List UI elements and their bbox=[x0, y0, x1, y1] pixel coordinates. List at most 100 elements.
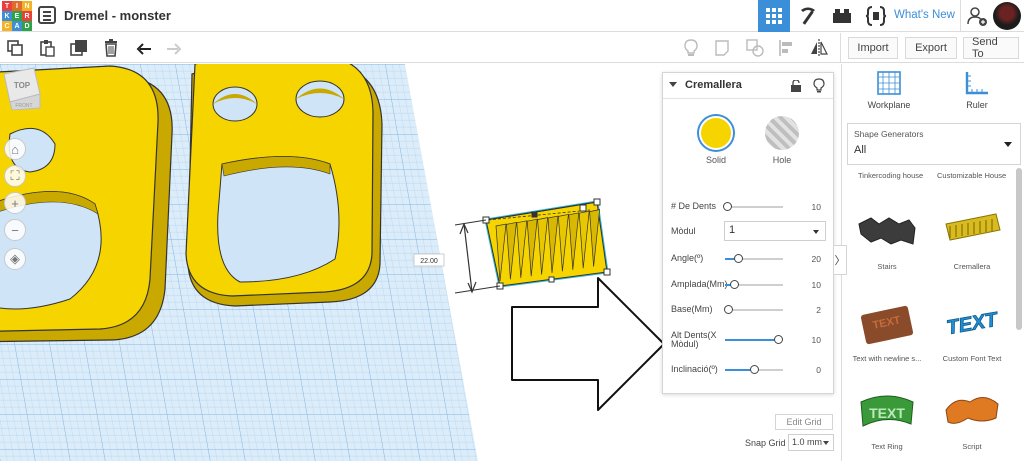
group-icon[interactable] bbox=[746, 39, 764, 57]
light-bulb-icon[interactable] bbox=[813, 78, 825, 93]
edit-toolbar: Import Export Send To bbox=[0, 33, 1024, 63]
home-icon: ⌂ bbox=[11, 141, 19, 157]
slider-knob[interactable] bbox=[722, 202, 732, 211]
param-label: Mòdul bbox=[671, 226, 696, 236]
align-icon[interactable] bbox=[778, 39, 796, 57]
codeblocks-button[interactable] bbox=[860, 0, 892, 32]
blocks-button[interactable] bbox=[792, 0, 824, 32]
hole-swatch[interactable] bbox=[765, 116, 799, 150]
lock-icon[interactable] bbox=[791, 80, 801, 92]
shape-tile[interactable]: Cremallera bbox=[932, 204, 1012, 272]
shape-tile[interactable]: TEXT Text with newline s... bbox=[847, 296, 927, 364]
solid-color-swatch[interactable] bbox=[699, 116, 733, 150]
design-title[interactable]: Dremel - monster bbox=[64, 8, 171, 23]
shape-tile-label: Cremallera bbox=[953, 262, 991, 271]
shape-thumbnail bbox=[945, 213, 1001, 241]
plus-icon: + bbox=[11, 195, 19, 211]
shape-tile-label: Script bbox=[962, 442, 982, 451]
slider-fill bbox=[725, 339, 779, 341]
notes-icon[interactable] bbox=[714, 39, 732, 57]
top-bar: TINKERCAD Dremel - monster What's New bbox=[0, 0, 1024, 32]
whats-new-link[interactable]: What's New bbox=[894, 9, 955, 21]
ruler-icon bbox=[965, 72, 988, 95]
shape-thumbnail: TEXT bbox=[945, 308, 1002, 340]
dimension-label[interactable]: 22.00 bbox=[420, 258, 438, 265]
bricks-button[interactable] bbox=[826, 0, 858, 32]
param-select[interactable]: 1 bbox=[724, 221, 826, 241]
zoom-in-button[interactable]: + bbox=[4, 192, 26, 214]
logo-letter: N bbox=[22, 1, 32, 11]
undo-icon[interactable] bbox=[135, 39, 153, 57]
shape-tile-label: Stairs bbox=[877, 262, 897, 271]
paste-icon[interactable] bbox=[38, 39, 56, 57]
slider-knob[interactable] bbox=[750, 365, 759, 374]
shape-tile[interactable]: TEXT Text Ring bbox=[847, 384, 927, 452]
param-label: Amplada(Mm) bbox=[671, 279, 728, 289]
param-slider[interactable] bbox=[725, 335, 784, 344]
param-slider[interactable] bbox=[723, 305, 783, 314]
logo-letter: A bbox=[12, 21, 22, 31]
monster-shape-right[interactable] bbox=[185, 64, 383, 307]
add-user-icon[interactable] bbox=[966, 5, 988, 27]
snap-grid-select[interactable]: 1.0 mm bbox=[788, 434, 834, 451]
param-label: # De Dents bbox=[671, 201, 717, 211]
workplane-tool-label: Workplane bbox=[867, 100, 911, 110]
3d-view-button[interactable] bbox=[758, 0, 790, 32]
export-button[interactable]: Export bbox=[905, 37, 957, 59]
slider-knob[interactable] bbox=[733, 254, 743, 263]
shape-tile-label: Text Ring bbox=[871, 442, 903, 451]
hole-label: Hole bbox=[772, 155, 792, 165]
workplane-icon bbox=[877, 71, 901, 95]
param-slider[interactable] bbox=[725, 365, 783, 374]
param-slider[interactable] bbox=[725, 280, 783, 289]
delete-icon[interactable] bbox=[102, 39, 120, 57]
logo-letter: I bbox=[12, 1, 22, 11]
shape-thumbnail bbox=[945, 397, 999, 424]
workplane-tool[interactable]: Workplane bbox=[854, 70, 924, 110]
duplicate-icon[interactable] bbox=[70, 39, 88, 57]
svg-text:FRONT: FRONT bbox=[15, 103, 32, 109]
perspective-button[interactable]: ◈ bbox=[4, 248, 26, 270]
home-view-button[interactable]: ⌂ bbox=[4, 138, 26, 160]
slider-knob[interactable] bbox=[774, 335, 784, 344]
shape-tile[interactable]: Stairs bbox=[847, 204, 927, 272]
edit-grid-button[interactable]: Edit Grid bbox=[775, 414, 833, 430]
tinkercad-logo[interactable]: TINKERCAD bbox=[2, 1, 32, 31]
shape-category-select[interactable]: Shape Generators All bbox=[847, 123, 1021, 165]
cube-icon: ◈ bbox=[10, 251, 20, 266]
show-hide-icon[interactable] bbox=[682, 39, 700, 57]
param-label: Inclinació(º) bbox=[671, 364, 718, 374]
chevron-down-icon bbox=[1004, 142, 1012, 147]
slider-knob[interactable] bbox=[723, 305, 733, 314]
slider-knob[interactable] bbox=[729, 280, 739, 289]
design-list-icon[interactable] bbox=[38, 6, 56, 24]
shape-category-value: All bbox=[854, 144, 867, 156]
send-to-button[interactable]: Send To bbox=[963, 36, 1019, 60]
shapes-scrollbar[interactable] bbox=[1016, 168, 1022, 330]
snap-grid-label: Snap Grid bbox=[745, 438, 786, 448]
logo-letter: K bbox=[2, 11, 12, 21]
shape-tile[interactable]: Script bbox=[932, 384, 1012, 452]
import-button[interactable]: Import bbox=[848, 37, 898, 59]
param-slider[interactable] bbox=[725, 254, 783, 263]
brick-icon bbox=[833, 9, 851, 23]
fit-icon: ⛶ bbox=[10, 168, 20, 183]
param-value: 10 bbox=[811, 202, 821, 212]
fit-view-button[interactable]: ⛶ bbox=[4, 165, 26, 187]
param-select-value: 1 bbox=[729, 224, 736, 236]
grid-view-icon bbox=[766, 8, 782, 24]
view-cube[interactable]: TOP FRONT bbox=[0, 64, 46, 110]
redo-icon[interactable] bbox=[165, 39, 183, 57]
copy-icon[interactable] bbox=[6, 39, 24, 57]
panel-collapse-tab[interactable]: 〉 bbox=[833, 245, 847, 275]
collapse-caret-icon[interactable] bbox=[669, 82, 677, 87]
user-avatar[interactable] bbox=[993, 2, 1021, 30]
param-label: Alt Dents(X Mòdul) bbox=[671, 330, 717, 349]
param-label: Base(Mm) bbox=[671, 304, 713, 314]
param-slider[interactable] bbox=[722, 202, 783, 211]
shape-tile[interactable]: TEXT Custom Font Text bbox=[932, 296, 1012, 364]
zoom-out-button[interactable]: − bbox=[4, 219, 26, 241]
mirror-icon[interactable] bbox=[810, 39, 828, 57]
minus-icon: − bbox=[11, 222, 19, 238]
ruler-tool[interactable]: Ruler bbox=[942, 70, 1012, 110]
